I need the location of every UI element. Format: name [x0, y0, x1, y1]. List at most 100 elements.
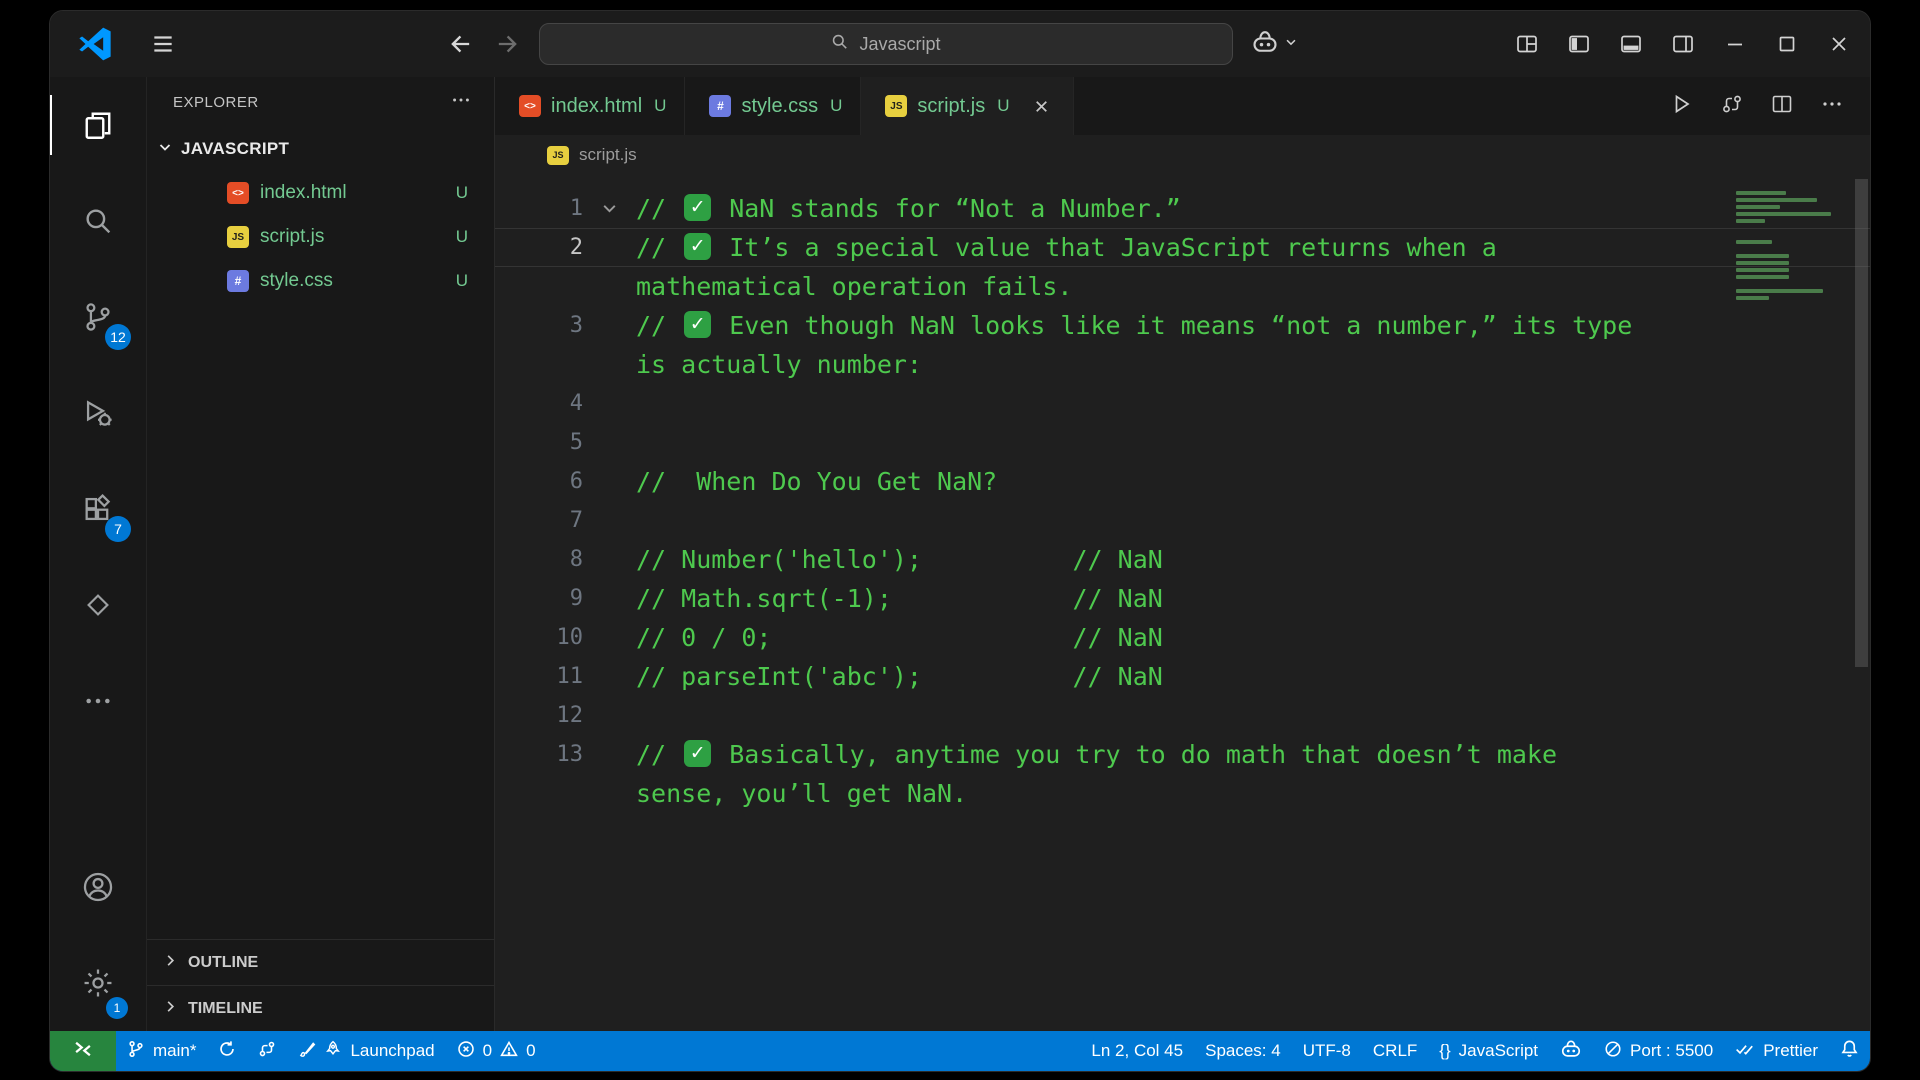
- file-item-index-html[interactable]: <> index.html U: [147, 171, 494, 215]
- line-number[interactable]: [495, 267, 583, 306]
- timeline-section[interactable]: TIMELINE: [147, 985, 494, 1031]
- code-text[interactable]: sense, you’ll get NaN.: [636, 774, 967, 813]
- code-text[interactable]: mathematical operation fails.: [636, 267, 1073, 306]
- code-line[interactable]: 2 // ✓ It’s a special value that JavaScri…: [495, 228, 1870, 306]
- code-line[interactable]: 3 // ✓ Even though NaN looks like it mean…: [495, 306, 1870, 384]
- folder-header-javascript[interactable]: JAVASCRIPT: [147, 127, 494, 171]
- breadcrumb-item-file[interactable]: script.js: [579, 145, 637, 165]
- toggle-primary-sidebar-icon[interactable]: [1556, 21, 1602, 67]
- code-line[interactable]: 4: [495, 384, 1870, 423]
- live-preview-activity-icon[interactable]: [50, 557, 146, 653]
- vscode-logo-icon: [78, 27, 112, 61]
- code-line[interactable]: 7: [495, 501, 1870, 540]
- encoding-item[interactable]: UTF-8: [1292, 1031, 1362, 1071]
- line-number[interactable]: 12: [495, 696, 584, 735]
- file-item-style-css[interactable]: # style.css U: [147, 259, 494, 303]
- line-number[interactable]: 5: [495, 423, 583, 462]
- code-text[interactable]: // When Do You Get NaN?: [636, 462, 997, 501]
- fold-chevron-icon[interactable]: [583, 189, 636, 228]
- line-col-item[interactable]: Ln 2, Col 45: [1080, 1031, 1194, 1071]
- line-number[interactable]: 2: [495, 228, 583, 267]
- maximize-button[interactable]: [1764, 21, 1810, 67]
- remote-indicator[interactable]: [50, 1031, 116, 1071]
- minimap[interactable]: [1736, 191, 1846, 300]
- code-line[interactable]: 10 // 0 / 0; // NaN: [495, 618, 1870, 657]
- customize-layout-icon[interactable]: [1504, 21, 1550, 67]
- more-views-icon[interactable]: [50, 653, 146, 749]
- scrollbar[interactable]: [1852, 175, 1870, 1031]
- sync-changes-item[interactable]: [207, 1031, 247, 1071]
- eol-item[interactable]: CRLF: [1362, 1031, 1428, 1071]
- run-button[interactable]: [1670, 92, 1694, 121]
- code-text[interactable]: // Number('hello'); // NaN: [636, 540, 1163, 579]
- settings-gear-icon[interactable]: 1: [50, 935, 146, 1031]
- editor-more-actions-icon[interactable]: [1820, 92, 1844, 121]
- explorer-activity-icon[interactable]: [50, 77, 146, 173]
- back-button[interactable]: [447, 30, 475, 58]
- line-number[interactable]: 10: [495, 618, 584, 657]
- problems-item[interactable]: 0 0: [446, 1031, 547, 1071]
- line-number[interactable]: 1: [495, 189, 583, 228]
- tab-script-js[interactable]: JS script.js U: [861, 77, 1075, 135]
- code-line[interactable]: 8 // Number('hello'); // NaN: [495, 540, 1870, 579]
- git-graph-item[interactable]: [247, 1031, 287, 1071]
- outline-section[interactable]: OUTLINE: [147, 939, 494, 985]
- forward-button[interactable]: [493, 30, 521, 58]
- code-text[interactable]: // ✓ It’s a special value that JavaScrip…: [636, 228, 1497, 267]
- branch-item[interactable]: main*: [116, 1031, 207, 1071]
- editor[interactable]: 1 // ✓ NaN stands for “Not a Number.” 2 // …: [495, 175, 1870, 1031]
- code-text[interactable]: is actually number:: [636, 345, 922, 384]
- tab-index-html[interactable]: <> index.html U: [495, 77, 686, 135]
- formatter-item[interactable]: Prettier: [1724, 1031, 1829, 1071]
- menu-icon[interactable]: [140, 21, 186, 67]
- extensions-activity-icon[interactable]: 7: [50, 461, 146, 557]
- port-item[interactable]: Port : 5500: [1593, 1031, 1724, 1071]
- launchpad-item[interactable]: Launchpad: [287, 1031, 445, 1071]
- extensions-badge: 7: [105, 516, 131, 542]
- code-text[interactable]: // parseInt('abc'); // NaN: [636, 657, 1163, 696]
- compare-changes-icon[interactable]: [1720, 92, 1744, 121]
- line-number[interactable]: 8: [495, 540, 583, 579]
- toggle-secondary-sidebar-icon[interactable]: [1660, 21, 1706, 67]
- line-number[interactable]: 3: [495, 306, 583, 345]
- code-text[interactable]: // ✓ Basically, anytime you try to do ma…: [636, 735, 1557, 774]
- line-number[interactable]: 4: [495, 384, 583, 423]
- code-line[interactable]: 11 // parseInt('abc'); // NaN: [495, 657, 1870, 696]
- copilot-button[interactable]: [1251, 28, 1298, 61]
- code-text[interactable]: // 0 / 0; // NaN: [636, 618, 1163, 657]
- split-editor-icon[interactable]: [1770, 92, 1794, 121]
- explorer-more-actions-icon[interactable]: [450, 89, 472, 115]
- code-line[interactable]: 6 // When Do You Get NaN?: [495, 462, 1870, 501]
- close-button[interactable]: [1816, 21, 1862, 67]
- code-text[interactable]: // ✓ Even though NaN looks like it means…: [636, 306, 1632, 345]
- code-text[interactable]: // ✓ NaN stands for “Not a Number.”: [636, 189, 1181, 228]
- file-item-script-js[interactable]: JS script.js U: [147, 215, 494, 259]
- line-number[interactable]: 7: [495, 501, 583, 540]
- language-item[interactable]: {} JavaScript: [1428, 1031, 1549, 1071]
- account-icon[interactable]: [50, 839, 146, 935]
- command-center-search[interactable]: Javascript: [538, 23, 1233, 65]
- code-line[interactable]: 12: [495, 696, 1870, 735]
- code-line[interactable]: 13 // ✓ Basically, anytime you try to do …: [495, 735, 1870, 813]
- source-control-activity-icon[interactable]: 12: [50, 269, 146, 365]
- run-debug-activity-icon[interactable]: [50, 365, 146, 461]
- scrollbar-thumb[interactable]: [1855, 179, 1868, 667]
- line-number[interactable]: [495, 774, 583, 813]
- line-number[interactable]: [495, 345, 583, 384]
- tab-style-css[interactable]: # style.css U: [685, 77, 862, 135]
- line-number[interactable]: 11: [495, 657, 584, 696]
- code-line[interactable]: 5: [495, 423, 1870, 462]
- line-number[interactable]: 9: [495, 579, 583, 618]
- toggle-panel-icon[interactable]: [1608, 21, 1654, 67]
- copilot-status-item[interactable]: [1549, 1031, 1593, 1071]
- line-number[interactable]: 6: [495, 462, 583, 501]
- minimize-button[interactable]: [1712, 21, 1758, 67]
- code-line[interactable]: 1 // ✓ NaN stands for “Not a Number.”: [495, 189, 1870, 228]
- notifications-item[interactable]: [1829, 1031, 1870, 1071]
- code-text[interactable]: // Math.sqrt(-1); // NaN: [636, 579, 1163, 618]
- line-number[interactable]: 13: [495, 735, 584, 774]
- close-tab-icon[interactable]: [1027, 92, 1055, 120]
- search-activity-icon[interactable]: [50, 173, 146, 269]
- code-line[interactable]: 9 // Math.sqrt(-1); // NaN: [495, 579, 1870, 618]
- indentation-item[interactable]: Spaces: 4: [1194, 1031, 1292, 1071]
